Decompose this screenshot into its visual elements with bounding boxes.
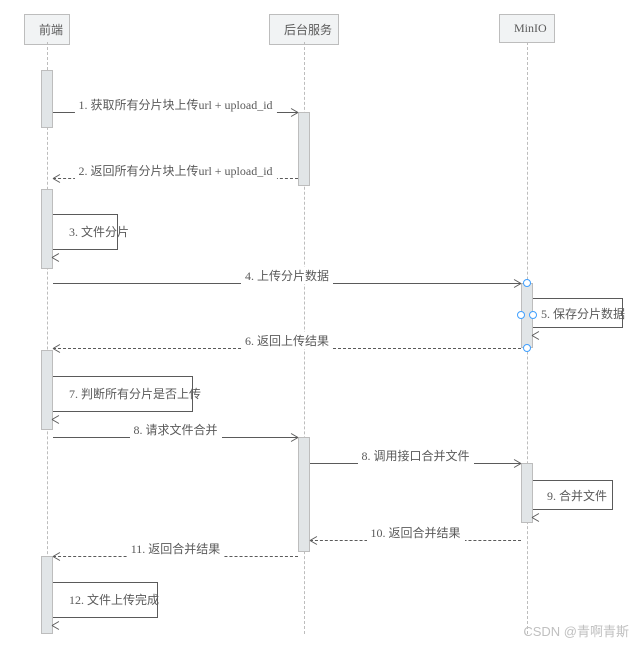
activation-minio-2 [521, 463, 533, 523]
participant-minio: MinIO [499, 14, 555, 43]
participant-backend: 后台服务 [269, 14, 339, 45]
message-10: 10. 返回合并结果 [310, 540, 521, 541]
message-9: 9. 合并文件 [533, 480, 613, 510]
message-label: 8. 请求文件合并 [129, 421, 221, 438]
handle-icon [523, 279, 531, 287]
message-7: 7. 判断所有分片是否上传 [53, 376, 193, 412]
message-3: 3. 文件分片 [53, 214, 118, 250]
message-11: 11. 返回合并结果 [53, 556, 298, 557]
message-8a: 8. 请求文件合并 [53, 437, 298, 438]
message-label: 5. 保存分片数据 [541, 305, 625, 322]
participant-label: 后台服务 [284, 23, 332, 37]
message-label: 12. 文件上传完成 [69, 591, 159, 608]
message-label: 8. 调用接口合并文件 [357, 447, 473, 464]
watermark-text: CSDN @青啊青斯 [523, 624, 629, 639]
message-label: 11. 返回合并结果 [127, 540, 225, 557]
sequence-diagram: 前端 后台服务 MinIO 1. 获取所有分片块上传url + upload_i… [0, 0, 641, 646]
activation-frontend-4 [41, 556, 53, 634]
message-label: 1. 获取所有分片块上传url + upload_id [74, 96, 276, 113]
participant-frontend: 前端 [24, 14, 70, 45]
handle-icon [523, 344, 531, 352]
message-label: 4. 上传分片数据 [241, 267, 333, 284]
watermark: CSDN @青啊青斯 [523, 621, 629, 640]
participant-label: MinIO [514, 21, 547, 35]
participant-label: 前端 [39, 23, 63, 37]
message-2: 2. 返回所有分片块上传url + upload_id [53, 178, 298, 179]
message-label: 9. 合并文件 [547, 487, 607, 504]
message-label: 2. 返回所有分片块上传url + upload_id [74, 162, 276, 179]
handle-icon [517, 311, 525, 319]
message-6: 6. 返回上传结果 [53, 348, 521, 349]
activation-backend-1 [298, 112, 310, 186]
message-4: 4. 上传分片数据 [53, 283, 521, 284]
message-label: 3. 文件分片 [69, 223, 129, 240]
message-8b: 8. 调用接口合并文件 [310, 463, 521, 464]
lifeline-frontend [47, 42, 48, 634]
message-1: 1. 获取所有分片块上传url + upload_id [53, 112, 298, 113]
message-5: 5. 保存分片数据 [533, 298, 623, 328]
message-label: 6. 返回上传结果 [241, 332, 333, 349]
message-label: 7. 判断所有分片是否上传 [69, 385, 201, 402]
message-label: 10. 返回合并结果 [366, 524, 464, 541]
activation-frontend-1 [41, 70, 53, 128]
message-12: 12. 文件上传完成 [53, 582, 158, 618]
activation-backend-2 [298, 437, 310, 552]
